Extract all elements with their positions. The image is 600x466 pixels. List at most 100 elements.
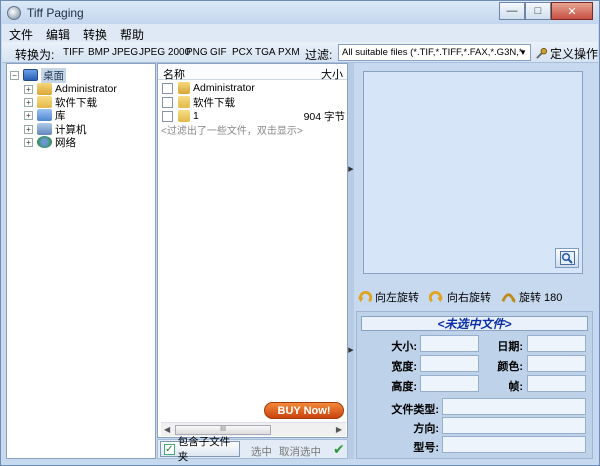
rotate-left-icon [357, 290, 372, 302]
item-checkbox[interactable] [162, 82, 173, 94]
list-item[interactable]: 软件下载 [162, 95, 345, 109]
format-pxm-button[interactable]: PXM [278, 47, 300, 58]
rotate-right-label: 向右旋转 [447, 292, 491, 304]
tree-item-library[interactable]: + 库 [24, 108, 66, 122]
width-label: 宽度: [391, 361, 417, 373]
scroll-left-icon[interactable]: ◀ [164, 425, 170, 434]
model-label: 型号: [413, 442, 439, 454]
app-icon [7, 6, 21, 20]
title-bar: Tiff Paging — □ ✕ [1, 1, 599, 24]
orientation-label: 方向: [413, 423, 439, 435]
pane-splitter[interactable]: ▶ ▶ [348, 63, 354, 459]
window-title: Tiff Paging [27, 6, 84, 20]
column-size-header[interactable]: 大小 [321, 66, 343, 82]
expand-icon[interactable]: + [24, 137, 33, 147]
tree-item-desktop[interactable]: − 桌面 [10, 67, 66, 83]
minimize-button[interactable]: — [499, 2, 525, 20]
folder-tree: − 桌面 + Administrator + 软件下载 + 库 + 计算机 + … [6, 63, 156, 459]
deselect-button[interactable]: 取消选中 [279, 444, 321, 459]
height-label: 高度: [391, 381, 417, 393]
item-name: 软件下载 [193, 96, 235, 109]
filter-label: 过滤: [305, 48, 333, 62]
color-label: 颜色: [497, 361, 523, 373]
menu-help[interactable]: 帮助 [113, 24, 150, 42]
computer-icon [37, 123, 52, 135]
tree-item-label: 桌面 [41, 67, 66, 83]
library-icon [37, 109, 52, 121]
tree-item-network[interactable]: + 网络 [24, 135, 76, 149]
rotate-left-label: 向左旋转 [375, 292, 419, 304]
item-name: Administrator [193, 82, 255, 94]
zoom-button[interactable] [555, 248, 579, 268]
buy-now-button[interactable]: BUY Now! [264, 402, 344, 419]
expand-icon[interactable]: + [24, 97, 33, 107]
size-field [420, 335, 479, 352]
width-field [420, 355, 479, 372]
frame-label: 帧: [508, 381, 523, 393]
scroll-right-icon[interactable]: ▶ [336, 425, 342, 434]
menu-bar: 文件 编辑 转换 帮助 [2, 24, 598, 42]
splitter-arrow-icon[interactable]: ▶ [348, 165, 354, 173]
select-button[interactable]: 选中 [251, 444, 272, 459]
color-field [527, 355, 586, 372]
folder-icon [178, 110, 190, 122]
item-checkbox[interactable] [162, 110, 173, 122]
info-title: <未选中文件> [361, 316, 588, 331]
file-info-panel: <未选中文件> 大小: 日期: 宽度: 颜色: 高度: 帧: 文件类型: 方向:… [356, 311, 593, 459]
custom-action-button[interactable]: 定义操作 [535, 45, 598, 62]
wrench-icon [536, 47, 548, 59]
rotate-180-button[interactable]: 旋转 180 [501, 289, 562, 305]
menu-edit[interactable]: 编辑 [39, 24, 76, 42]
rotate-left-button[interactable]: 向左旋转 [357, 289, 419, 305]
image-preview [363, 71, 583, 274]
format-bmp-button[interactable]: BMP [88, 47, 110, 58]
include-subfolders-label: 包含子文件夹 [177, 436, 231, 463]
format-tga-button[interactable]: TGA [255, 47, 276, 58]
item-size: 904 字节 [303, 110, 345, 123]
chevron-down-icon: ▼ [519, 48, 527, 57]
list-item[interactable]: Administrator [162, 81, 345, 95]
format-tiff-button[interactable]: TIFF [63, 47, 84, 58]
close-button[interactable]: ✕ [551, 2, 593, 20]
toolbar: 转换为: TIFF BMP JPEG JPEG 2000 PNG GIF PCX… [2, 42, 598, 63]
format-pcx-button[interactable]: PCX [232, 47, 253, 58]
rotate-right-button[interactable]: 向右旋转 [429, 289, 491, 305]
collapse-icon[interactable]: − [10, 70, 19, 80]
format-png-button[interactable]: PNG [186, 47, 208, 58]
tree-item-label: Administrator [55, 83, 117, 95]
user-folder-icon [37, 83, 52, 95]
menu-convert[interactable]: 转换 [76, 24, 113, 42]
format-gif-button[interactable]: GIF [210, 47, 227, 58]
include-subfolders-button[interactable]: ✓ 包含子文件夹 [160, 436, 240, 463]
splitter-arrow-icon[interactable]: ▶ [348, 346, 354, 354]
format-jpeg2000-button[interactable]: JPEG 2000 [139, 47, 190, 58]
rotate-bar: 向左旋转 向右旋转 旋转 180 [357, 288, 593, 306]
filter-value: All suitable files (*.TIF,*.TIFF,*.FAX,*… [342, 47, 523, 58]
file-list: 名称 大小 Administrator 软件下载 1 904 字节 <过滤出了一… [157, 63, 348, 438]
filter-select[interactable]: All suitable files (*.TIF,*.TIFF,*.FAX,*… [338, 44, 531, 61]
folder-icon [178, 96, 190, 108]
expand-icon[interactable]: + [24, 124, 33, 134]
date-label: 日期: [497, 341, 523, 353]
menu-file[interactable]: 文件 [2, 24, 39, 42]
item-checkbox[interactable] [162, 96, 173, 108]
list-header: 名称 大小 [158, 64, 347, 82]
expand-icon[interactable]: + [24, 110, 33, 120]
window-controls: — □ ✕ [499, 2, 593, 20]
height-field [420, 375, 479, 392]
magnifier-icon [559, 251, 575, 265]
list-item[interactable]: 1 904 字节 [162, 109, 345, 123]
file-type-field [442, 398, 586, 415]
custom-action-label: 定义操作 [550, 47, 599, 61]
user-folder-icon [178, 82, 190, 94]
column-name-header[interactable]: 名称 [163, 66, 185, 82]
file-type-label: 文件类型: [391, 404, 439, 416]
expand-icon[interactable]: + [24, 84, 33, 94]
confirm-check-icon[interactable]: ✔ [333, 441, 345, 458]
app-window: Tiff Paging — □ ✕ 文件 编辑 转换 帮助 转换为: TIFF … [0, 0, 600, 466]
folder-icon [37, 96, 52, 108]
item-name: 1 [193, 110, 199, 122]
maximize-button[interactable]: □ [525, 2, 551, 20]
format-jpeg-button[interactable]: JPEG [112, 47, 138, 58]
desktop-icon [23, 69, 38, 81]
